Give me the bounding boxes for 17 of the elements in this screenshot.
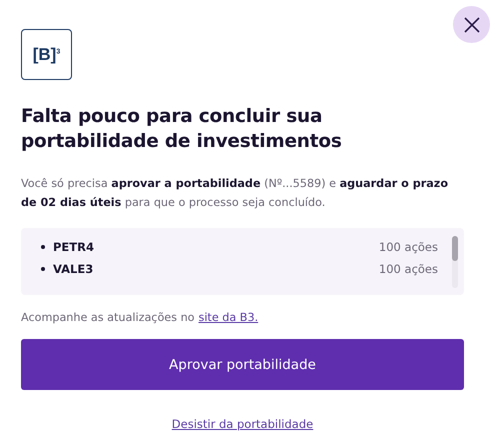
quantity: 100 ações [378, 240, 438, 254]
close-icon [464, 16, 480, 32]
scrollbar[interactable] [452, 236, 458, 288]
bullet-icon [41, 244, 45, 248]
quantity: 100 ações [378, 262, 438, 276]
scrollbar-thumb[interactable] [452, 236, 458, 261]
bullet-icon [41, 266, 45, 270]
approve-button[interactable]: Aprovar portabilidade [21, 339, 464, 390]
updates-text: Acompanhe as atualizações no [21, 311, 194, 324]
title: Falta pouco para concluir sua portabilidade de investimentos [21, 105, 343, 154]
logo: [B]$^{3}$ [21, 29, 72, 80]
description: Você só precisa aprovar a portabilidade (Nº...5589) e aguardar o prazo de 02 dias úteis para que o processo seja concluído. [21, 176, 450, 211]
ticker: PETR4 [53, 240, 94, 254]
ticker: VALE3 [53, 262, 94, 276]
site-link[interactable]: site da B3. [198, 311, 258, 324]
cancel-link[interactable]: Desistir da portabilidade [172, 417, 314, 431]
close-button[interactable] [453, 6, 490, 43]
